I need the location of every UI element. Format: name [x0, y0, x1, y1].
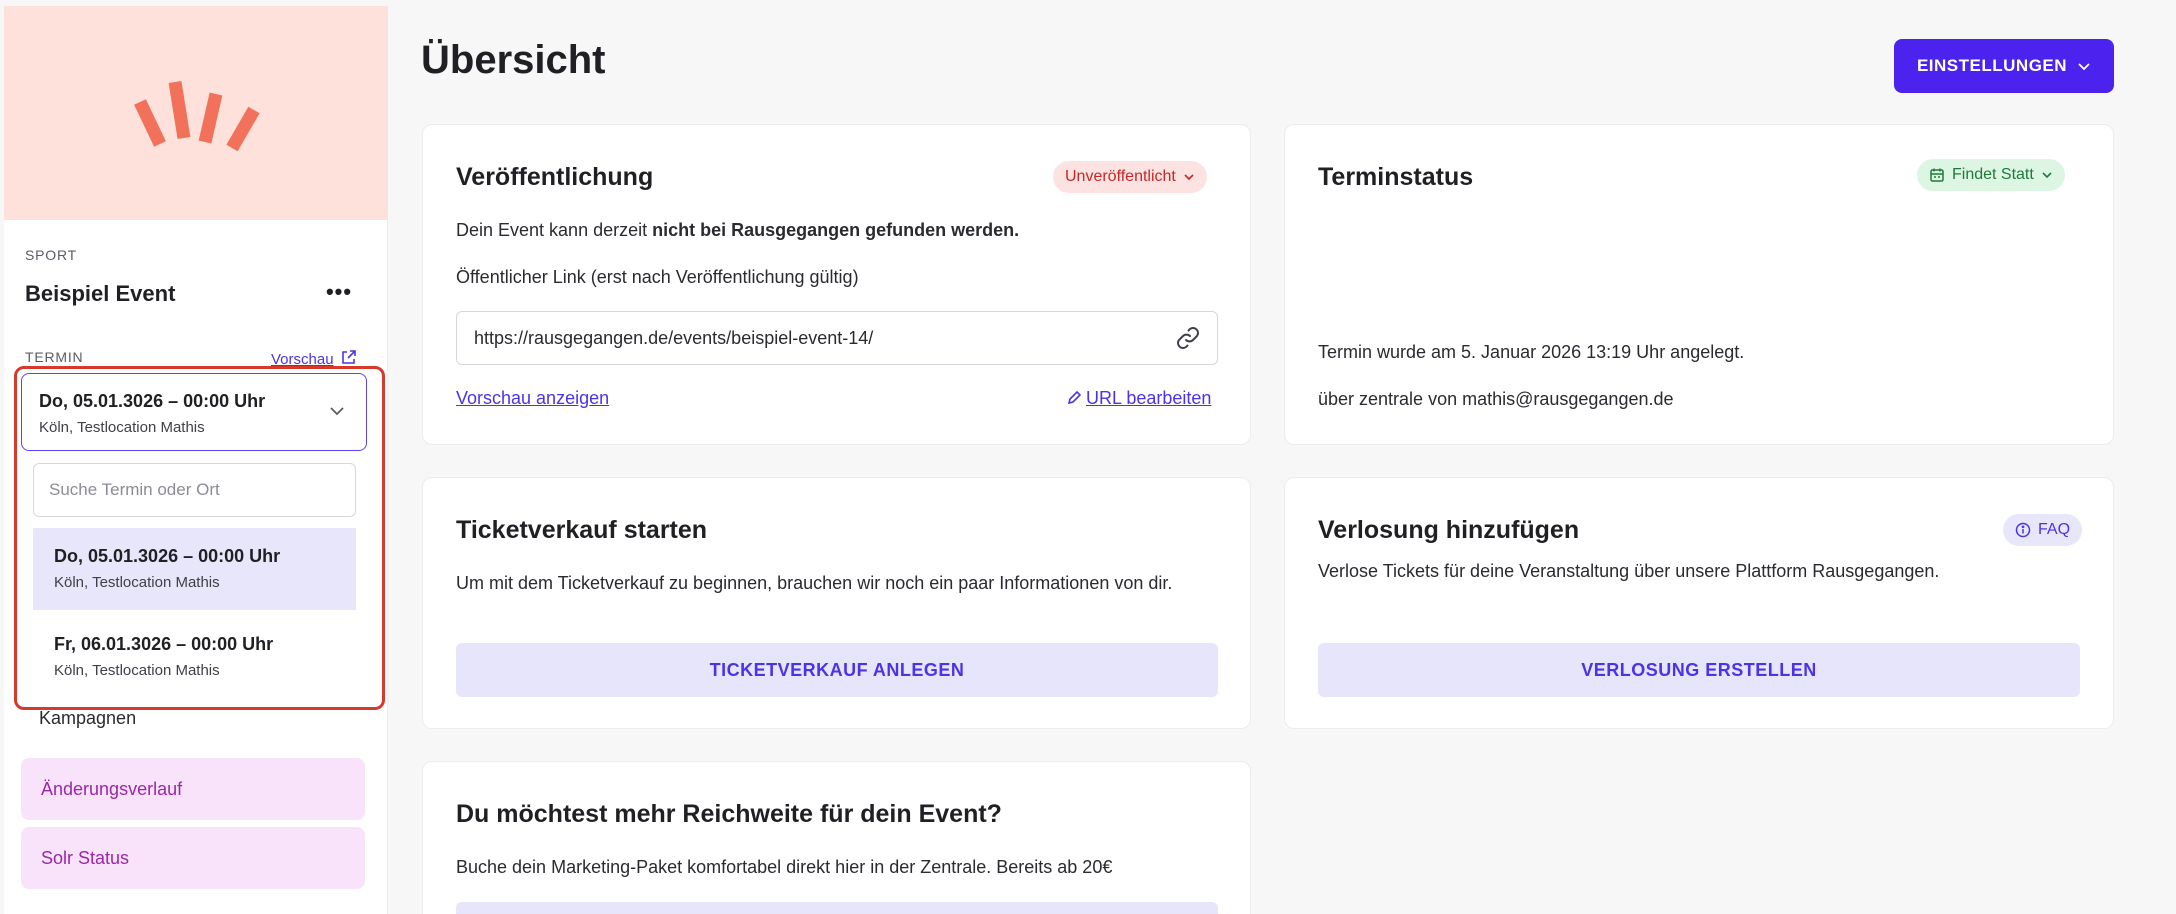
event-title: Beispiel Event — [25, 281, 176, 306]
chevron-down-icon — [2042, 172, 2052, 179]
termin-label: TERMIN — [25, 349, 84, 365]
brand-logo-icon — [134, 80, 260, 152]
marketing-description: Buche dein Marketing-Paket komfortabel d… — [456, 857, 1113, 877]
publication-description: Dein Event kann derzeit nicht bei Rausge… — [456, 217, 1019, 243]
termin-option-location: Köln, Testlocation Mathis — [54, 662, 220, 679]
termin-search-input[interactable] — [33, 463, 356, 517]
event-hero-image — [4, 6, 388, 220]
event-category: SPORT — [25, 247, 77, 263]
termin-created-by-text: über zentrale von mathis@rausgegangen.de — [1318, 389, 1674, 409]
termin-option-location: Köln, Testlocation Mathis — [54, 574, 220, 591]
chevron-down-icon — [2078, 63, 2090, 71]
sidebar-item-aenderungsverlauf[interactable]: Änderungsverlauf — [21, 758, 365, 820]
publication-title: Veröffentlichung — [456, 163, 654, 191]
app-root: SPORT Beispiel Event ••• TERMIN Vorschau… — [0, 0, 2176, 914]
termin-option-date: Fr, 06.01.3026 – 00:00 Uhr — [54, 634, 274, 654]
marketing-button[interactable] — [456, 902, 1218, 914]
ticket-sales-title: Ticketverkauf starten — [456, 516, 708, 544]
raffle-card: Verlosung hinzufügen FAQ Verlose Tickets… — [1284, 477, 2114, 729]
page-title: Übersicht — [421, 38, 606, 82]
public-link-label: Öffentlicher Link (erst nach Veröffentli… — [456, 267, 859, 287]
ticket-sales-description: Um mit dem Ticketverkauf zu beginnen, br… — [456, 573, 1173, 593]
marketing-title: Du möchtest mehr Reichweite für dein Eve… — [456, 800, 1002, 828]
raffle-title: Verlosung hinzufügen — [1318, 516, 1580, 544]
ticket-sales-card: Ticketverkauf starten Um mit dem Ticketv… — [422, 477, 1251, 729]
public-url-value: https://rausgegangen.de/events/beispiel-… — [474, 328, 874, 348]
chevron-down-icon — [330, 407, 344, 416]
more-options-button[interactable]: ••• — [322, 281, 356, 308]
selected-termin-date: Do, 05.01.3026 – 00:00 Uhr — [39, 391, 266, 411]
pencil-icon — [1067, 390, 1082, 405]
termin-status-badge[interactable]: Findet Statt — [1917, 159, 2065, 191]
termin-created-text: Termin wurde am 5. Januar 2026 13:19 Uhr… — [1318, 342, 1745, 362]
termin-option[interactable]: Fr, 06.01.3026 – 00:00 Uhr Köln, Testloc… — [33, 616, 356, 698]
settings-button[interactable]: EINSTELLUNGEN — [1894, 39, 2114, 93]
settings-button-label: EINSTELLUNGEN — [1916, 56, 2068, 75]
publication-text: Dein Event kann derzeit — [456, 220, 653, 240]
create-ticket-sales-button[interactable]: TICKETVERKAUF ANLEGEN — [456, 643, 1218, 697]
faq-badge[interactable]: FAQ — [2003, 514, 2083, 546]
termin-select[interactable]: Do, 05.01.3026 – 00:00 Uhr Köln, Testloc… — [21, 373, 367, 451]
public-url-field[interactable]: https://rausgegangen.de/events/beispiel-… — [456, 311, 1218, 365]
terminstatus-title: Terminstatus — [1318, 163, 1474, 191]
faq-label: FAQ — [2038, 521, 2071, 538]
info-icon — [2015, 522, 2031, 538]
termin-option-date: Do, 05.01.3026 – 00:00 Uhr — [54, 546, 281, 566]
edit-url-link[interactable]: URL bearbeiten — [1067, 388, 1211, 409]
publication-status-badge[interactable]: Unveröffentlicht — [1053, 161, 1207, 193]
marketing-card: Du möchtest mehr Reichweite für dein Eve… — [422, 761, 1251, 914]
chevron-down-icon — [1184, 174, 1194, 181]
raffle-description: Verlose Tickets für deine Veranstaltung … — [1318, 561, 1940, 581]
sidebar-item-solr-status[interactable]: Solr Status — [21, 827, 365, 889]
termin-option[interactable]: Do, 05.01.3026 – 00:00 Uhr Köln, Testloc… — [33, 528, 356, 610]
selected-termin-location: Köln, Testlocation Mathis — [39, 419, 205, 436]
edit-url-label: URL bearbeiten — [1086, 388, 1212, 408]
create-raffle-button[interactable]: VERLOSUNG ERSTELLEN — [1318, 643, 2080, 697]
publication-text-bold: nicht bei Rausgegangen gefunden werden. — [652, 220, 1020, 240]
calendar-icon — [1930, 168, 1944, 182]
sidebar-item-kampagnen[interactable]: Kampagnen — [39, 708, 136, 729]
copy-link-icon[interactable] — [1175, 325, 1201, 351]
external-link-icon — [341, 350, 356, 364]
show-preview-link[interactable]: Vorschau anzeigen — [456, 388, 609, 409]
termin-status-label: Findet Statt — [1952, 166, 2034, 183]
publication-card: Veröffentlichung Unveröffentlicht Dein E… — [422, 124, 1251, 445]
publication-status-label: Unveröffentlicht — [1065, 168, 1176, 185]
terminstatus-card: Terminstatus Findet Statt Termin wurde a… — [1284, 124, 2114, 445]
